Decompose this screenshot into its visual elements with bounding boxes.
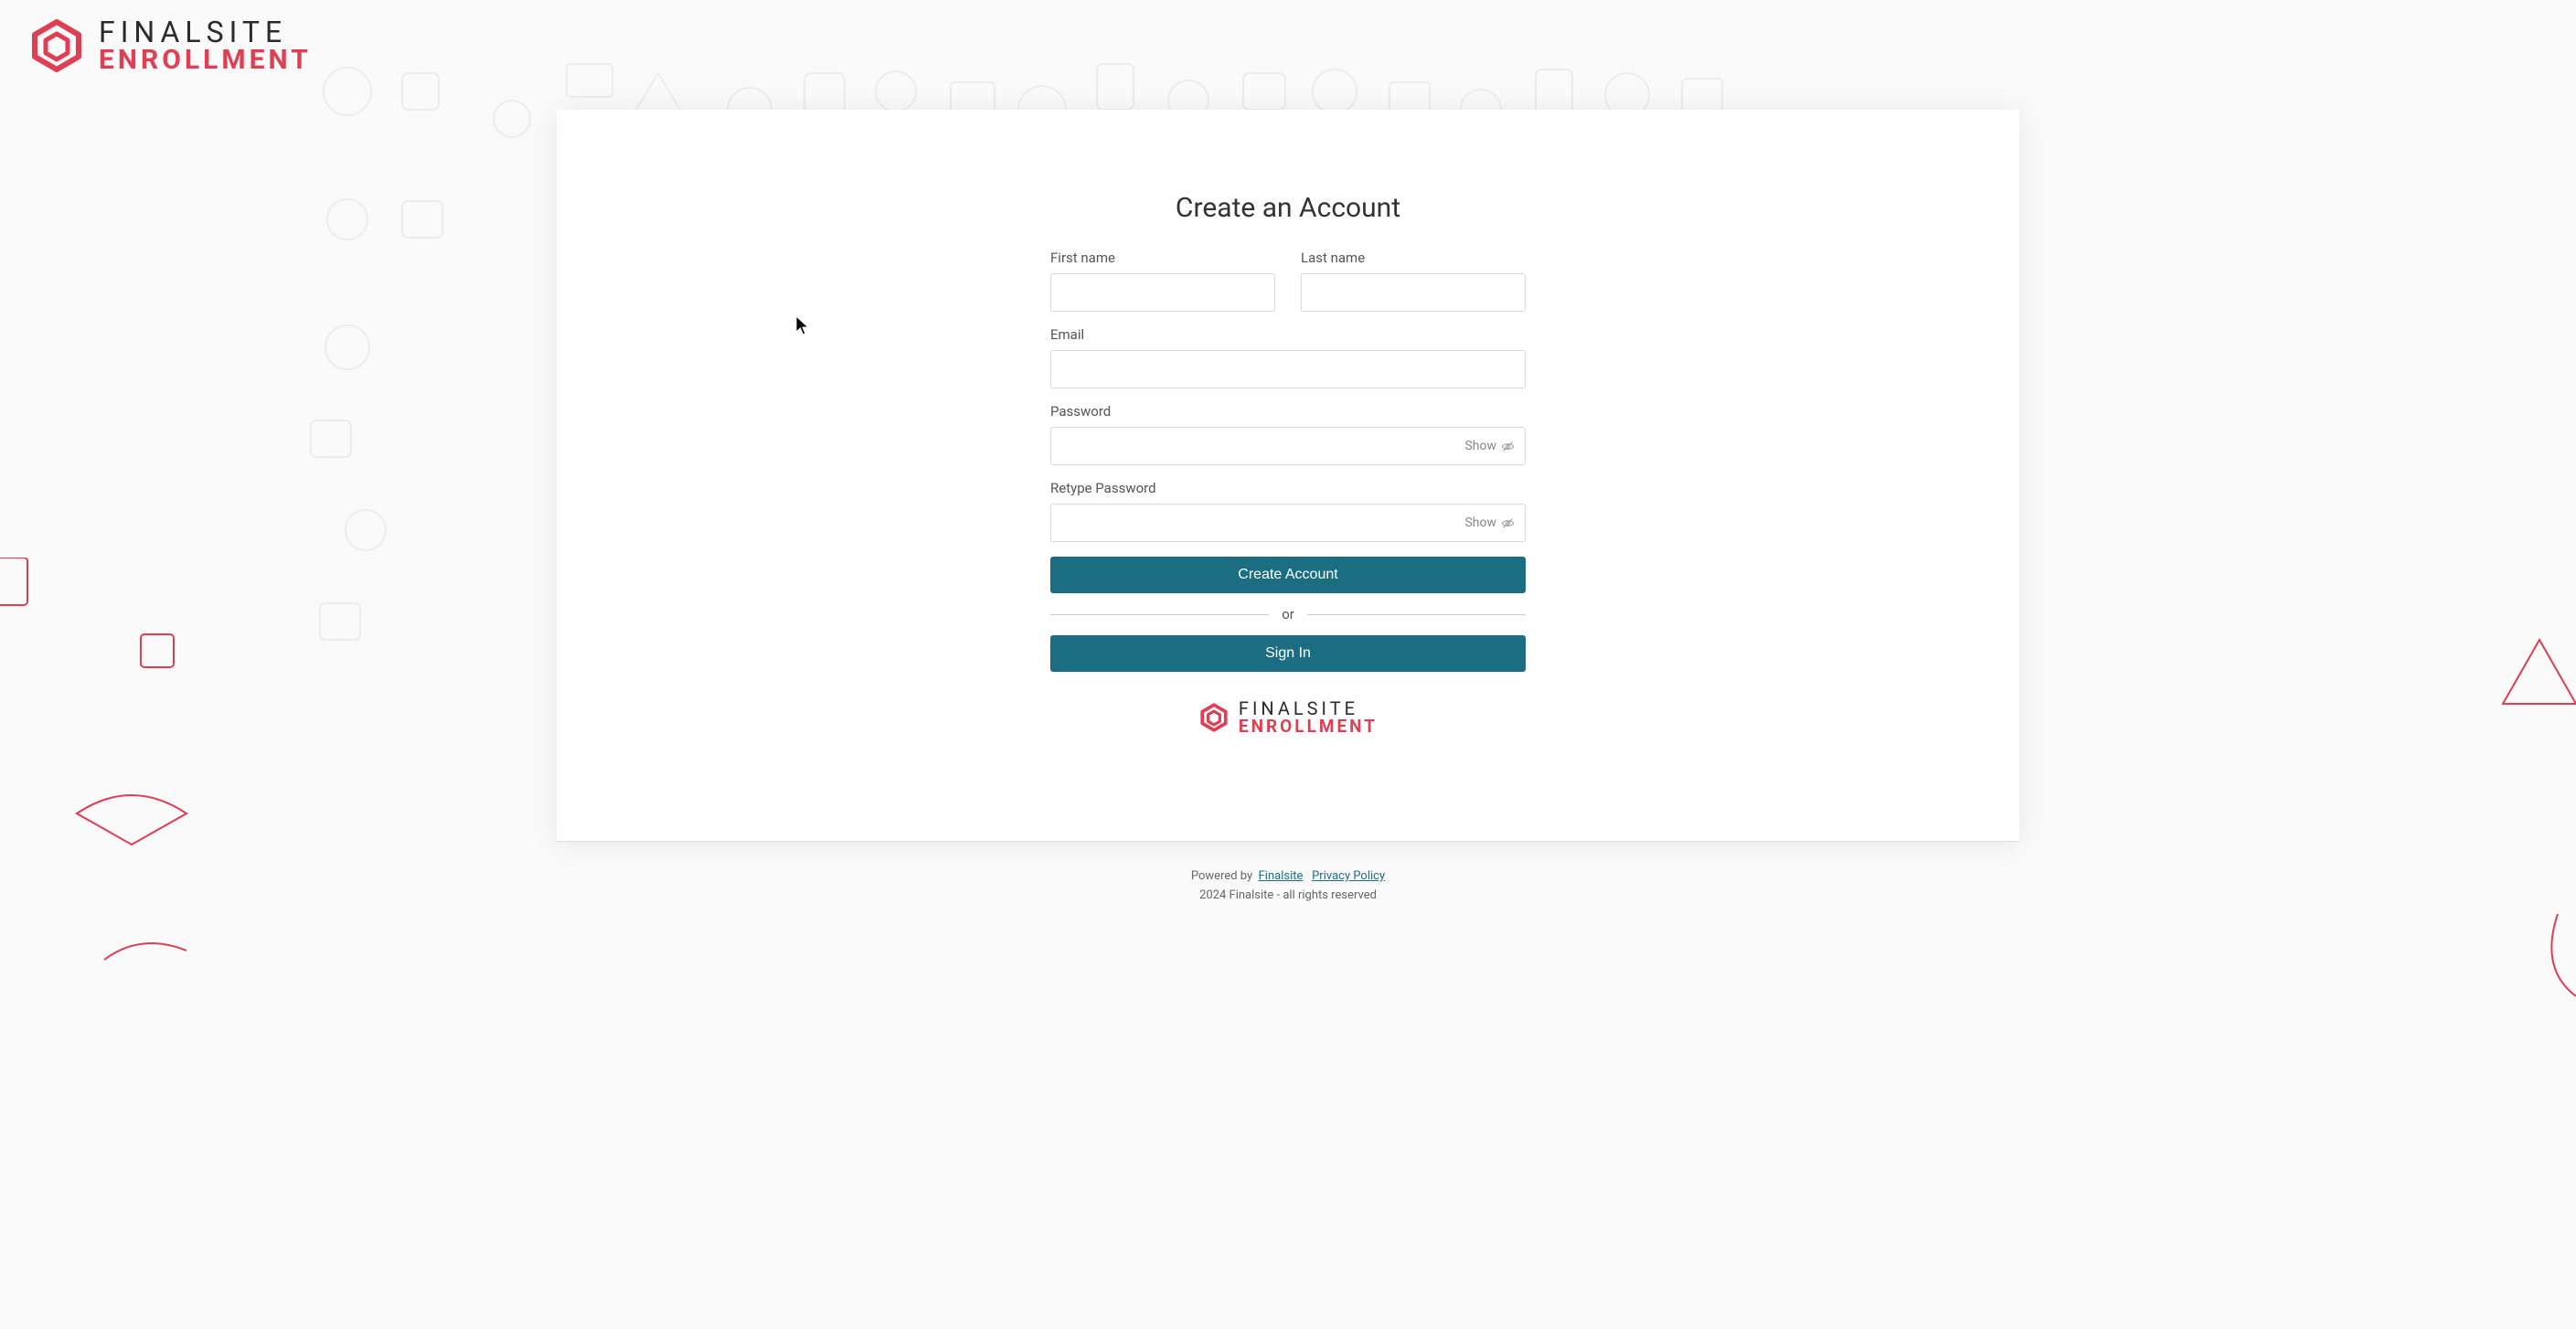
divider-text: or	[1282, 606, 1294, 622]
signup-card: Create an Account First name Last name E…	[557, 110, 2019, 841]
retype-password-label: Retype Password	[1050, 480, 1526, 496]
first-name-label: First name	[1050, 250, 1275, 266]
retype-show-toggle[interactable]: Show	[1464, 516, 1515, 530]
retype-password-input[interactable]	[1050, 504, 1526, 542]
sign-in-button[interactable]: Sign In	[1050, 635, 1526, 672]
brand-text-top: FINALSITE	[1239, 699, 1378, 718]
password-show-toggle[interactable]: Show	[1464, 439, 1515, 453]
brand-text-top: FINALSITE	[99, 17, 312, 47]
finalsite-link[interactable]: Finalsite	[1259, 869, 1304, 883]
email-label: Email	[1050, 326, 1526, 343]
divider: or	[1050, 606, 1526, 622]
last-name-input[interactable]	[1301, 273, 1526, 312]
create-account-button[interactable]: Create Account	[1050, 557, 1526, 593]
divider-line	[1307, 614, 1526, 615]
bg-doodles-red-right	[2402, 622, 2576, 1005]
show-text: Show	[1464, 439, 1496, 453]
password-label: Password	[1050, 403, 1526, 420]
email-input[interactable]	[1050, 350, 1526, 388]
privacy-policy-link[interactable]: Privacy Policy	[1312, 869, 1385, 883]
divider-line	[1050, 614, 1269, 615]
powered-by-text: Powered by	[1191, 869, 1252, 883]
bg-doodles-red-left	[0, 558, 196, 969]
last-name-label: Last name	[1301, 250, 1526, 266]
card-footer-logo: FINALSITE ENROLLMENT	[1050, 699, 1526, 735]
finalsite-logo-icon	[1198, 702, 1229, 733]
password-input[interactable]	[1050, 427, 1526, 465]
brand-text-bottom: ENROLLMENT	[1239, 718, 1378, 735]
brand-text-bottom: ENROLLMENT	[99, 47, 312, 74]
eye-off-icon	[1501, 440, 1515, 453]
copyright-text: 2024 Finalsite - all rights reserved	[557, 888, 2019, 902]
page-title: Create an Account	[1050, 192, 1526, 224]
header-logo: FINALSITE ENROLLMENT	[0, 0, 2576, 91]
eye-off-icon	[1501, 516, 1515, 530]
page-footer: Powered by Finalsite Privacy Policy 2024…	[557, 841, 2019, 902]
first-name-input[interactable]	[1050, 273, 1275, 312]
show-text: Show	[1464, 516, 1496, 530]
finalsite-logo-icon	[27, 16, 86, 75]
